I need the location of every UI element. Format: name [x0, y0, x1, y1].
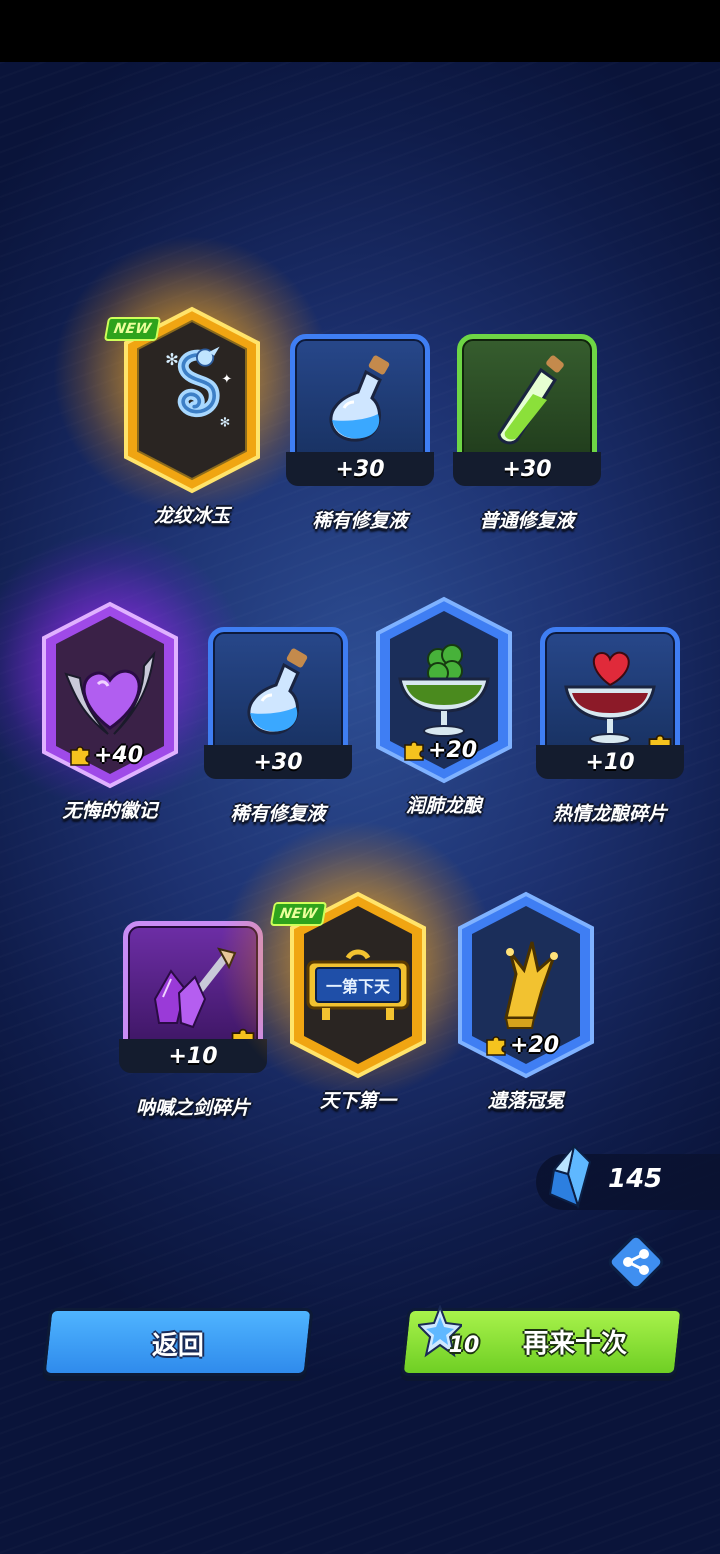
item-count: +30: [204, 745, 352, 779]
again-button-label: 再来十次: [523, 1329, 628, 1359]
reward-item-ice-dragon-jade[interactable]: NEW ✻ ✻ ✦ 龙纹冰玉: [52, 235, 332, 535]
item-count: +30: [453, 452, 601, 486]
reward-item-common-repair-liquid[interactable]: +30 普通修复液: [447, 310, 607, 540]
reward-item-passion-dragon-brew-fragment[interactable]: +10 热情龙酿碎片: [530, 603, 690, 833]
svg-text:✻: ✻: [165, 350, 179, 369]
currency-display: 145: [536, 1144, 720, 1210]
crystal-sword-icon: [153, 947, 237, 1029]
plaque-text: 一第下天: [326, 977, 391, 996]
item-name: 热情龙酿碎片: [552, 803, 667, 825]
reward-item-number-one-under-heaven[interactable]: NEW 一第下天 天下第一: [218, 820, 498, 1120]
reward-item-rare-repair-liquid[interactable]: +30 稀有修复液: [280, 310, 440, 540]
item-count: +10: [119, 1039, 267, 1073]
svg-text:✻: ✻: [220, 415, 231, 430]
green-potion-icon: [497, 355, 564, 445]
fragment-icon: [404, 741, 424, 761]
heart-cocktail-icon: [564, 651, 656, 745]
green-cocktail-icon: [398, 644, 490, 737]
item-count-wrap: +40: [68, 740, 143, 770]
currency-amount: 145: [608, 1164, 663, 1194]
reward-item-lung-dragon-brew[interactable]: +20 润肺龙酿: [364, 595, 524, 825]
title-plaque-icon: 一第下天: [306, 949, 410, 1020]
item-count: +30: [286, 452, 434, 486]
item-count-wrap: +20: [484, 1030, 559, 1060]
ice-dragon-icon: ✻ ✻ ✦: [165, 346, 232, 430]
reward-item-lost-crown[interactable]: +20 遗落冠冕: [446, 890, 606, 1120]
share-icon[interactable]: [606, 1232, 666, 1292]
new-badge: NEW: [103, 317, 161, 341]
fragment-icon: [70, 746, 90, 766]
item-count-wrap: +20: [402, 735, 477, 765]
draw-ten-again-button[interactable]: 10 再来十次: [400, 1305, 684, 1376]
item-name: 遗落冠冕: [487, 1090, 564, 1112]
blue-potion-icon: [329, 355, 390, 442]
reward-item-shout-sword-fragment[interactable]: +10 呐喊之剑碎片: [113, 897, 273, 1127]
svg-text:✦: ✦: [221, 371, 232, 386]
purple-heart-emblem-icon: [64, 650, 156, 735]
status-bar: [0, 0, 720, 62]
item-count: +40: [94, 742, 144, 768]
back-button-label: 返回: [151, 1331, 204, 1361]
reward-item-regretless-emblem[interactable]: +40 无悔的徽记: [0, 530, 250, 830]
fragment-icon: [486, 1036, 506, 1056]
crystal-icon: [548, 1144, 592, 1210]
item-count: +20: [510, 1032, 560, 1058]
item-name: 普通修复液: [479, 510, 575, 532]
back-button[interactable]: 返回: [42, 1308, 314, 1376]
new-badge: NEW: [269, 902, 327, 926]
reward-item-rare-repair-liquid[interactable]: +30 稀有修复液: [198, 603, 358, 833]
item-count: +20: [428, 737, 478, 763]
item-count: +10: [536, 745, 684, 779]
again-cost: 10: [448, 1333, 480, 1358]
golden-crown-icon: [504, 941, 558, 1029]
blue-potion-icon: [247, 648, 308, 735]
